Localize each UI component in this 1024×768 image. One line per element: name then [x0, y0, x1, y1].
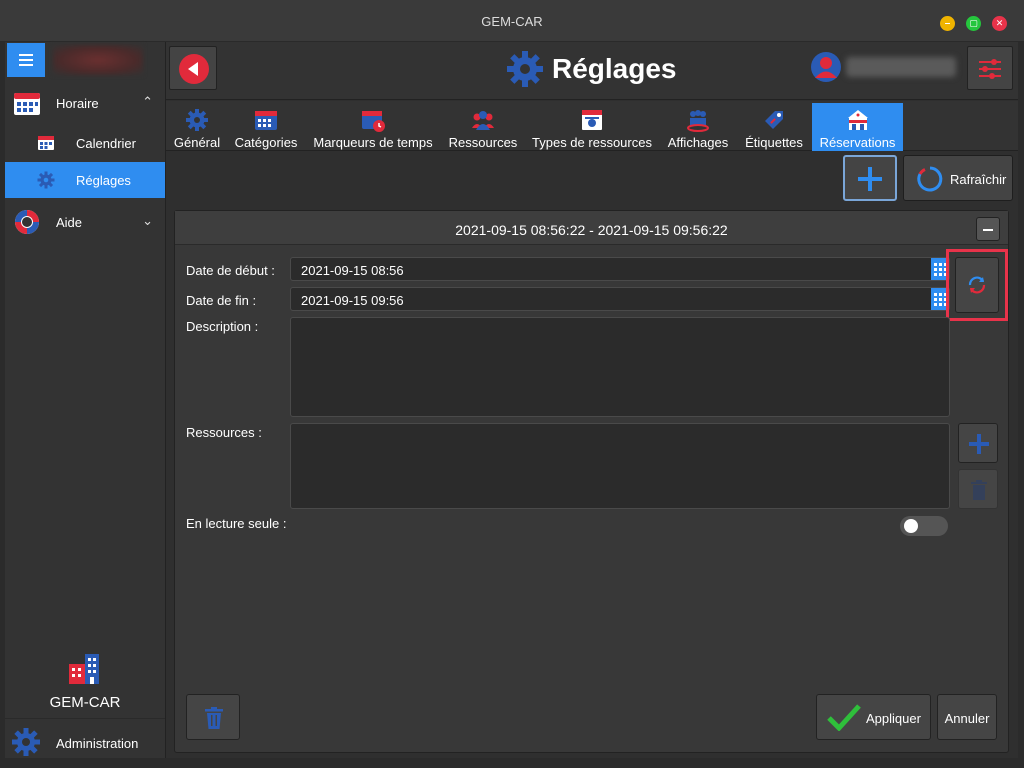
settings-button[interactable]	[967, 46, 1013, 90]
sidebar-profile-image	[53, 45, 143, 75]
brand-name: GEM-CAR	[49, 694, 121, 711]
back-button[interactable]	[169, 46, 217, 90]
tab-label: Catégories	[234, 135, 298, 150]
tab-marqueurs-de-temps[interactable]: Marqueurs de temps	[308, 103, 438, 151]
back-arrow-icon	[179, 54, 209, 84]
tab-label: Marqueurs de temps	[313, 135, 433, 150]
admin-label: Administration	[56, 736, 139, 751]
sidebar-item-reglages[interactable]: Réglages	[5, 162, 165, 198]
resource-type-icon	[582, 110, 602, 130]
checkmark-icon	[827, 704, 861, 731]
hamburger-icon	[19, 54, 33, 66]
tag-icon	[765, 111, 783, 129]
tab-label: Étiquettes	[745, 135, 803, 150]
readonly-toggle[interactable]	[900, 516, 948, 536]
reservation-icon	[847, 110, 868, 130]
calendar-clock-icon	[362, 111, 385, 132]
end-date-label: Date de fin :	[186, 293, 257, 308]
user-name	[846, 57, 956, 77]
maximize-button[interactable]	[966, 16, 981, 31]
gear-icon	[12, 728, 40, 756]
tab-label: Ressources	[448, 135, 518, 150]
trash-icon	[971, 480, 987, 500]
title-bar: GEM-CAR	[0, 0, 1024, 42]
refresh-label: Rafraîchir	[950, 172, 1007, 187]
people-icon	[472, 111, 494, 130]
sidebar-item-label: Réglages	[76, 173, 131, 188]
tab-etiquettes[interactable]: Étiquettes	[741, 103, 807, 151]
calendar-small-icon	[38, 136, 54, 150]
tab-general[interactable]: Général	[169, 103, 225, 151]
sliders-icon	[979, 59, 1001, 79]
gear-icon	[186, 109, 208, 131]
chevron-down-icon: ⌄	[142, 213, 153, 228]
resources-label: Ressources :	[186, 425, 262, 440]
tab-types-de-ressources[interactable]: Types de ressources	[530, 103, 654, 151]
tab-label: Affichages	[667, 135, 729, 150]
tab-label: Réservations	[819, 135, 896, 150]
apply-label: Appliquer	[866, 711, 921, 726]
page-header: Réglages	[166, 42, 1018, 100]
remove-resource-button[interactable]	[958, 469, 998, 509]
delete-reservation-button[interactable]	[186, 694, 240, 740]
collapse-button[interactable]	[976, 217, 1000, 241]
tab-ressources[interactable]: Ressources	[446, 103, 520, 151]
trash-icon	[205, 707, 223, 729]
user-icon	[811, 52, 841, 82]
calendar-icon	[255, 111, 277, 130]
page-title: Réglages	[506, 49, 677, 89]
add-reservation-button[interactable]	[843, 155, 897, 201]
plus-icon	[858, 167, 882, 191]
minimize-button[interactable]	[940, 16, 955, 31]
tab-affichages[interactable]: Affichages	[664, 103, 732, 151]
main-content: Réglages Général Catégories Marqueurs de…	[166, 42, 1018, 758]
sidebar-item-horaire[interactable]: Horaire ⌃	[5, 84, 165, 122]
tab-reservations[interactable]: Réservations	[812, 103, 903, 151]
description-textarea[interactable]	[290, 317, 950, 417]
building-icon	[69, 654, 99, 684]
sidebar: Horaire ⌃ Calendrier Réglages Aide ⌄ GEM…	[5, 42, 166, 758]
lifebuoy-icon	[15, 210, 39, 234]
panel-title: 2021-09-15 08:56:22 - 2021-09-15 09:56:2…	[455, 222, 728, 238]
reservation-panel: 2021-09-15 08:56:22 - 2021-09-15 09:56:2…	[174, 210, 1009, 753]
tab-categories[interactable]: Catégories	[231, 103, 301, 151]
description-label: Description :	[186, 319, 259, 334]
display-icon	[687, 110, 709, 132]
gear-icon	[37, 171, 55, 189]
window-title: GEM-CAR	[481, 14, 543, 29]
refresh-icon	[917, 166, 943, 192]
gear-icon	[507, 51, 543, 87]
sidebar-item-calendrier[interactable]: Calendrier	[5, 125, 165, 161]
start-date-label: Date de début :	[186, 263, 275, 278]
panel-header: 2021-09-15 08:56:22 - 2021-09-15 09:56:2…	[175, 211, 1008, 245]
calendar-icon	[14, 93, 40, 115]
add-resource-button[interactable]	[958, 423, 998, 463]
apply-button[interactable]: Appliquer	[816, 694, 931, 740]
cancel-button[interactable]: Annuler	[937, 694, 997, 740]
close-button[interactable]	[992, 16, 1007, 31]
chevron-up-icon: ⌃	[142, 94, 153, 109]
resources-list[interactable]	[290, 423, 950, 509]
sidebar-item-label: Aide	[56, 215, 83, 230]
tab-label: Types de ressources	[532, 135, 652, 150]
readonly-label: En lecture seule :	[186, 516, 287, 531]
tab-bar: Général Catégories Marqueurs de temps Re…	[166, 101, 1018, 151]
sidebar-item-label: Horaire	[56, 96, 99, 111]
start-date-field[interactable]: 2021-09-15 08:56	[290, 257, 950, 281]
page-title-text: Réglages	[552, 53, 677, 84]
menu-toggle-button[interactable]	[7, 43, 45, 77]
end-date-field[interactable]: 2021-09-15 09:56	[290, 287, 950, 311]
sidebar-item-administration[interactable]: Administration	[5, 718, 165, 756]
cancel-label: Annuler	[944, 711, 990, 726]
tab-label: Général	[173, 135, 221, 150]
sync-icon	[968, 276, 986, 294]
sync-dates-button[interactable]	[955, 257, 999, 313]
plus-icon	[969, 434, 989, 454]
refresh-button[interactable]: Rafraîchir	[903, 155, 1013, 201]
sidebar-item-aide[interactable]: Aide ⌄	[5, 203, 165, 241]
sidebar-item-label: Calendrier	[76, 136, 136, 151]
